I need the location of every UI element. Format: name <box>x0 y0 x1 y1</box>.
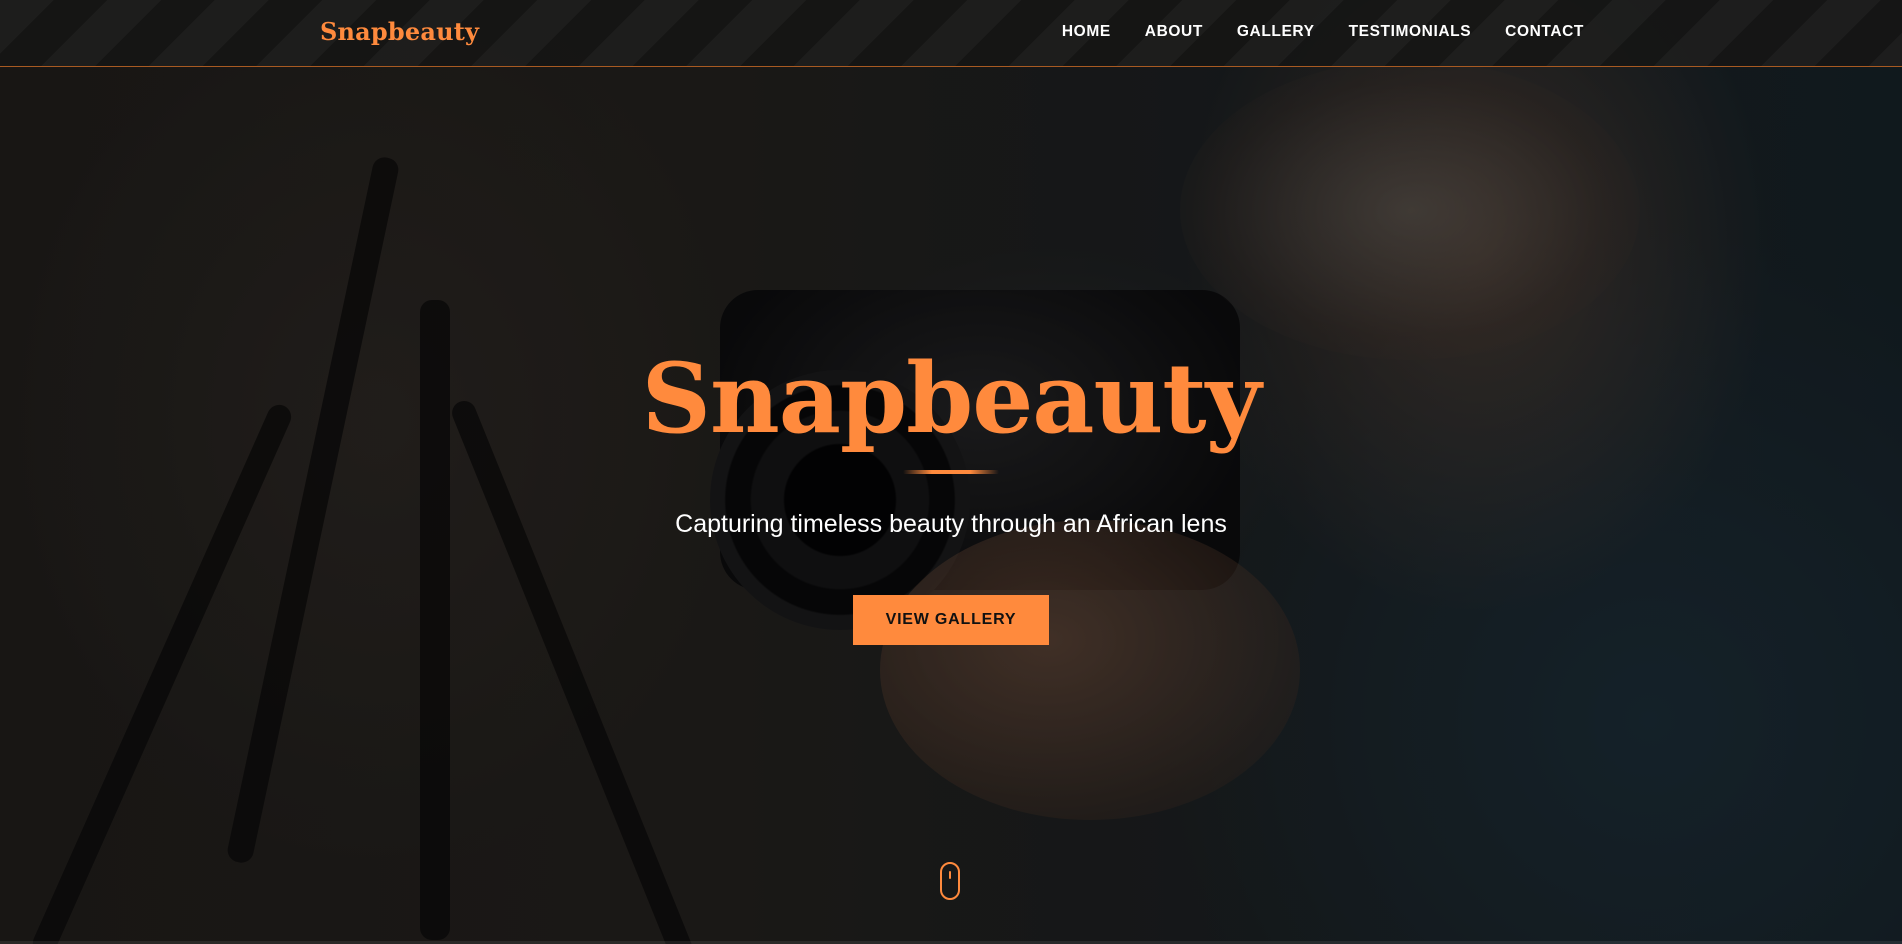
nav-link-about[interactable]: ABOUT <box>1145 23 1203 41</box>
nav-link-testimonials[interactable]: TESTIMONIALS <box>1349 23 1472 41</box>
title-divider <box>903 470 999 474</box>
nav-link-gallery[interactable]: GALLERY <box>1237 23 1315 41</box>
landing-page: Snapbeauty HOME ABOUT GALLERY TESTIMONIA… <box>0 0 1902 944</box>
scroll-wheel-dot <box>949 871 951 879</box>
hero-section: Snapbeauty Capturing timeless beauty thr… <box>0 340 1902 645</box>
brand-logo[interactable]: Snapbeauty <box>320 17 479 46</box>
nav-links: HOME ABOUT GALLERY TESTIMONIALS CONTACT <box>1062 23 1584 41</box>
mouse-scroll-icon[interactable] <box>940 862 960 900</box>
view-gallery-button[interactable]: VIEW GALLERY <box>853 595 1049 645</box>
hero-subtitle: Capturing timeless beauty through an Afr… <box>675 510 1227 538</box>
nav-link-home[interactable]: HOME <box>1062 23 1111 41</box>
nav-link-contact[interactable]: CONTACT <box>1505 23 1584 41</box>
navbar: Snapbeauty HOME ABOUT GALLERY TESTIMONIA… <box>0 0 1902 67</box>
hero-title: Snapbeauty <box>641 342 1262 455</box>
